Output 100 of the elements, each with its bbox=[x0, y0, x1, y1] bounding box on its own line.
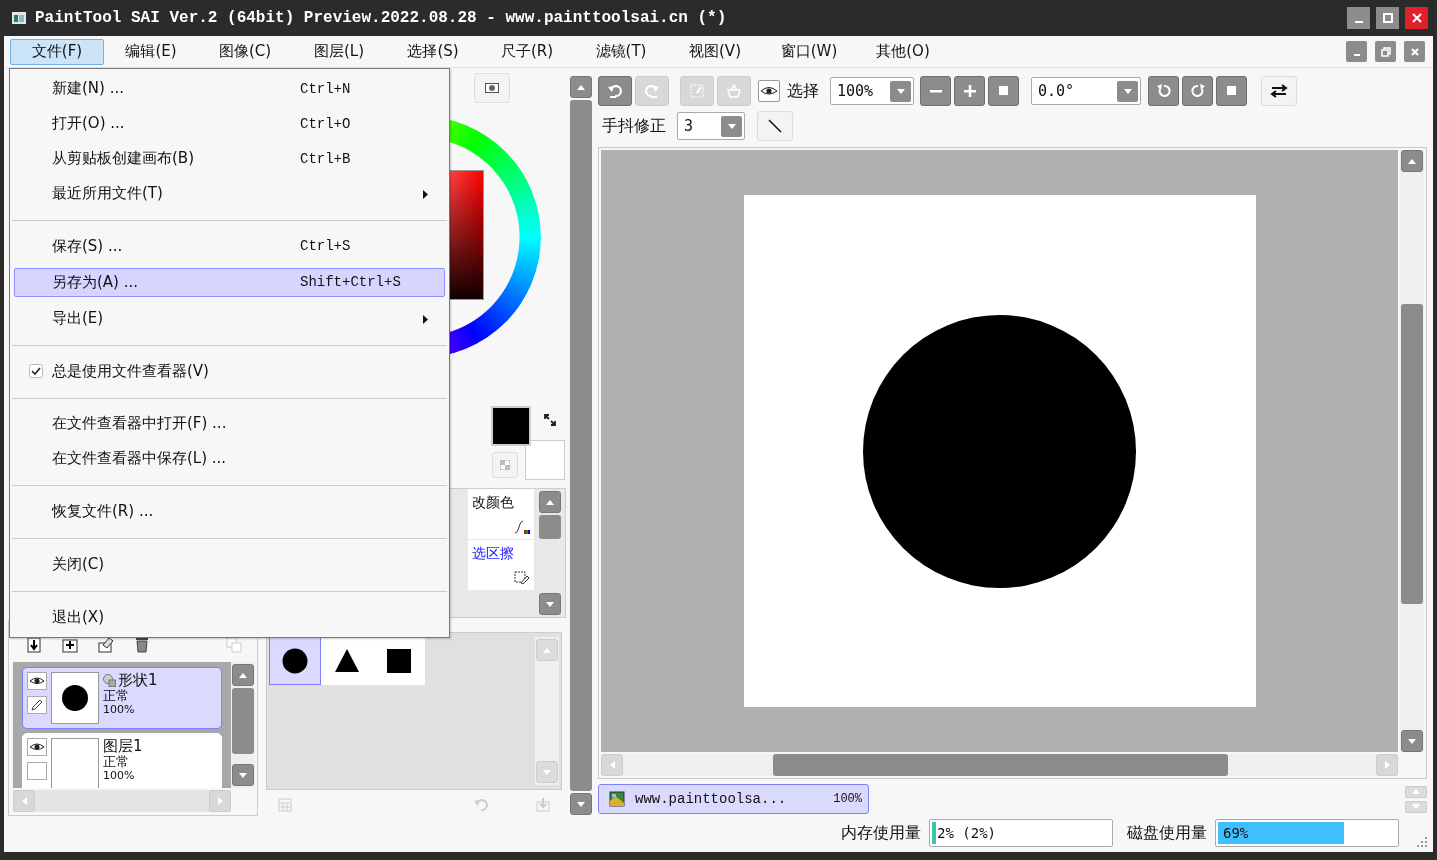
copy-layer-icon[interactable] bbox=[226, 637, 242, 653]
background-color-swatch[interactable] bbox=[525, 440, 565, 480]
menu-entry[interactable]: 最近所用文件(T) bbox=[14, 176, 445, 211]
scrollbar-thumb[interactable] bbox=[773, 754, 1228, 776]
eye-icon[interactable] bbox=[27, 672, 47, 690]
scroll-down-button[interactable] bbox=[539, 593, 561, 615]
scroll-down-button[interactable] bbox=[570, 793, 592, 815]
scrollbar-thumb[interactable] bbox=[232, 688, 254, 754]
restore-button[interactable] bbox=[1375, 41, 1396, 62]
arrow-down-icon bbox=[543, 769, 551, 775]
caret-icon bbox=[727, 123, 736, 129]
menu-item[interactable]: 图像(C) bbox=[198, 38, 292, 65]
diagonal-line-icon bbox=[768, 119, 782, 133]
menu-entry[interactable]: 打开(O) ... Ctrl+O bbox=[14, 106, 445, 141]
close-button[interactable] bbox=[1404, 41, 1425, 62]
menu-entry[interactable]: 关闭(C) bbox=[14, 547, 445, 583]
tool-cell[interactable]: 选区擦 bbox=[468, 540, 534, 590]
zoom-dropdown[interactable]: 100% bbox=[830, 77, 914, 105]
zoom-out-button[interactable] bbox=[920, 76, 951, 106]
minimize-button[interactable] bbox=[1347, 7, 1370, 29]
trash-icon[interactable] bbox=[134, 637, 150, 653]
menu-entry[interactable]: 在文件查看器中保存(L) ... bbox=[14, 441, 445, 477]
menu-entry[interactable]: 在文件查看器中打开(F) ... bbox=[14, 406, 445, 442]
menu-entry[interactable]: 总是使用文件查看器(V) bbox=[14, 353, 445, 389]
rotation-reset-button[interactable] bbox=[1216, 76, 1247, 106]
new-layer-icon[interactable] bbox=[62, 637, 78, 653]
selection-label: 选择 bbox=[787, 80, 819, 102]
menu-entry-label: 恢复文件(R) ... bbox=[52, 502, 155, 522]
menu-item[interactable]: 尺子(R) bbox=[480, 38, 574, 65]
tool-cell[interactable]: 改颜色 bbox=[468, 489, 534, 539]
flip-button[interactable] bbox=[1261, 76, 1297, 106]
menu-entry[interactable]: 退出(X) bbox=[14, 599, 445, 635]
eraser-icon[interactable] bbox=[98, 637, 114, 653]
menu-item[interactable]: 文件(F) bbox=[10, 38, 104, 65]
usage-reading: 2% (2%) bbox=[936, 825, 996, 841]
selection-visibility-toggle[interactable] bbox=[758, 80, 780, 102]
menu-entry[interactable]: 另存为(A) ... Shift+Ctrl+S bbox=[14, 267, 445, 297]
menu-item[interactable]: 编辑(E) bbox=[104, 38, 198, 65]
submenu-arrow-icon bbox=[423, 190, 428, 199]
menu-item[interactable]: 滤镜(T) bbox=[574, 38, 668, 65]
status-label: 内存使用量 bbox=[841, 822, 921, 844]
menu-item[interactable]: 选择(S) bbox=[386, 38, 480, 65]
canvas-paper[interactable] bbox=[743, 195, 1256, 707]
layer-item[interactable]: 形状1 正常 100% bbox=[22, 667, 222, 729]
rotate-left-icon bbox=[1156, 84, 1171, 98]
pencil-icon[interactable] bbox=[27, 696, 47, 714]
square-icon bbox=[1226, 86, 1237, 96]
document-tab[interactable]: www.painttoolsa... 100% bbox=[598, 784, 869, 814]
line-tool-button[interactable] bbox=[757, 111, 793, 141]
close-button[interactable] bbox=[1405, 7, 1428, 29]
maximize-button[interactable] bbox=[1376, 7, 1399, 29]
scroll-up-button[interactable] bbox=[539, 491, 561, 513]
eraser-icon bbox=[514, 571, 530, 585]
lock-toggle[interactable] bbox=[27, 762, 47, 780]
rotate-left-button[interactable] bbox=[1148, 76, 1179, 106]
shortcut-label: Ctrl+N bbox=[300, 80, 351, 97]
scrollbar-thumb[interactable] bbox=[1401, 304, 1423, 604]
undo-button[interactable] bbox=[598, 76, 632, 106]
menu-entry[interactable]: 保存(S) ... Ctrl+S bbox=[14, 228, 445, 264]
tool-label: 选区擦 bbox=[472, 545, 514, 561]
minimize-button[interactable] bbox=[1346, 41, 1367, 62]
menu-entry[interactable]: 导出(E) bbox=[14, 300, 445, 336]
arrow-left-icon bbox=[21, 797, 27, 805]
scrollbar-thumb[interactable] bbox=[570, 100, 592, 791]
zoom-reset-button[interactable] bbox=[988, 76, 1019, 106]
menu-entry[interactable]: 从剪贴板创建画布(B) Ctrl+B bbox=[14, 141, 445, 176]
layer-item[interactable]: 图层1 正常 100% bbox=[22, 733, 222, 788]
merge-down-icon[interactable] bbox=[26, 637, 42, 653]
circle-shape[interactable] bbox=[863, 314, 1136, 588]
triangle-icon bbox=[334, 648, 360, 674]
scroll-up-button[interactable] bbox=[232, 664, 254, 686]
scroll-up-button[interactable] bbox=[570, 76, 592, 98]
arrow-down-icon bbox=[546, 601, 554, 607]
scrollbar-thumb[interactable] bbox=[539, 515, 561, 539]
shape-tool-button[interactable] bbox=[269, 637, 321, 685]
zoom-in-button[interactable] bbox=[954, 76, 985, 106]
swap-colors-icon[interactable] bbox=[543, 413, 557, 427]
scroll-down-button[interactable] bbox=[232, 764, 254, 786]
bucket-icon bbox=[726, 83, 742, 99]
circle-icon bbox=[62, 685, 88, 711]
transparent-color-button[interactable] bbox=[492, 452, 518, 478]
eye-icon[interactable] bbox=[27, 738, 47, 756]
resize-grip-icon[interactable] bbox=[1417, 837, 1427, 847]
menu-item[interactable]: 其他(O) bbox=[856, 38, 950, 65]
stabilizer-dropdown[interactable]: 3 bbox=[677, 112, 745, 140]
canvas-area[interactable] bbox=[601, 150, 1398, 752]
preview-button[interactable] bbox=[474, 73, 510, 103]
foreground-color-swatch[interactable] bbox=[491, 406, 531, 446]
menu-item[interactable]: 视图(V) bbox=[668, 38, 762, 65]
checkbox[interactable] bbox=[28, 364, 43, 379]
menu-entry-label: 导出(E) bbox=[52, 308, 105, 328]
menu-entry[interactable]: 新建(N) ... Ctrl+N bbox=[14, 71, 445, 106]
rotation-dropdown[interactable]: 0.0° bbox=[1031, 77, 1141, 105]
menu-item[interactable]: 窗口(W) bbox=[762, 38, 856, 65]
menu-item[interactable]: 图层(L) bbox=[292, 38, 386, 65]
menu-entry[interactable]: 恢复文件(R) ... bbox=[14, 494, 445, 530]
scroll-up-button[interactable] bbox=[1401, 150, 1423, 172]
scroll-down-button[interactable] bbox=[1401, 730, 1423, 752]
menu-entry-label: 另存为(A) ... bbox=[52, 272, 140, 292]
rotate-right-button[interactable] bbox=[1182, 76, 1213, 106]
